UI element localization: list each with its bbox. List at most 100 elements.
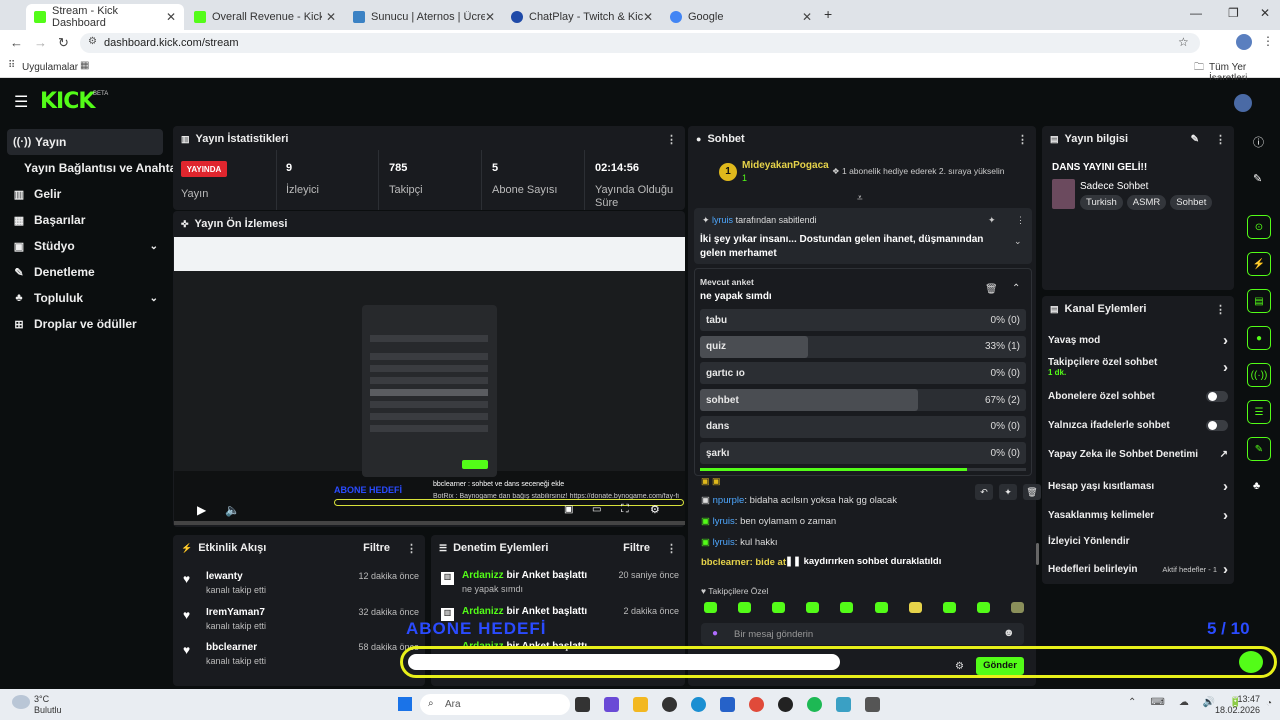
hamburger-menu-icon[interactable]: ☰ (14, 92, 28, 112)
more-icon[interactable]: ⋮ (1016, 215, 1025, 226)
emote-icon[interactable] (772, 602, 786, 613)
spotify-icon[interactable] (807, 697, 822, 712)
tag-chip[interactable]: Sohbet (1170, 195, 1213, 210)
rail-document-icon[interactable]: ▤ (1247, 289, 1271, 313)
site-info-icon[interactable]: ⚙ (88, 36, 97, 47)
rail-bolt-icon[interactable]: ⚡ (1247, 252, 1271, 276)
theater-icon[interactable]: ▭ (592, 504, 601, 515)
bookmark-apps[interactable]: Uygulamalar (22, 62, 78, 73)
more-icon[interactable]: ⋮ (1017, 133, 1028, 146)
tag-chip[interactable]: Turkish (1080, 195, 1123, 210)
fullscreen-icon[interactable]: ⛶ (621, 503, 629, 516)
kick-logo[interactable]: KICK (40, 89, 95, 114)
activity-event[interactable]: ♥ lewanty kanalı takip etti 12 dakika önc… (183, 571, 419, 595)
forward-icon[interactable]: → (34, 35, 47, 50)
activity-filter-button[interactable]: Filtre (363, 542, 390, 554)
poll-option[interactable]: şarkı 0% (0) (700, 442, 1026, 465)
browser-tab-stream[interactable]: Stream - Kick Dashboard ✕ (26, 4, 184, 30)
emoji-icon[interactable]: ☻ (1003, 627, 1015, 639)
settings-gear-icon[interactable]: ⚙ (650, 503, 660, 516)
activity-event[interactable]: ♥ IremYaman7 kanalı takip etti 32 dakika … (183, 607, 419, 631)
chat-message[interactable]: ▣ npurple: bidaha acılsın yoksa hak gg o… (701, 495, 897, 506)
emote-icon[interactable] (942, 602, 956, 613)
app-icon[interactable] (836, 697, 851, 712)
moderation-event[interactable]: ▥ Ardanizz bir Anket başlattı 2 dakika ö… (441, 606, 679, 621)
sidebar-item-droplar[interactable]: ⊞ Droplar ve ödüller (0, 311, 170, 337)
channel-action-item[interactable]: Yapay Zeka ile Sohbet Denetimi ↗ (1048, 449, 1228, 460)
sidebar-item-denetleme[interactable]: ✎ Denetleme (0, 259, 170, 285)
toggle-switch[interactable] (1206, 391, 1228, 402)
channel-action-item[interactable]: Yalnızca ifadelerle sohbet (1048, 420, 1228, 431)
close-icon[interactable]: ✕ (166, 10, 176, 24)
poll-option[interactable]: dans 0% (0) (700, 415, 1026, 438)
minimize-icon[interactable]: — (1190, 6, 1202, 20)
edge-icon[interactable] (691, 697, 706, 712)
poll-option[interactable]: quiz 33% (1) (700, 335, 1026, 358)
close-icon[interactable]: ✕ (326, 10, 336, 24)
chat-paused-banner[interactable]: ❚❚ kaydırırken sohbet duraklatıldı (785, 556, 941, 567)
back-icon[interactable]: ← (10, 35, 23, 50)
emote-icon[interactable] (840, 602, 854, 613)
pip-icon[interactable]: ▣ (564, 504, 573, 515)
chat-input[interactable]: ● Bir mesaj gönderin ☻ (701, 623, 1024, 645)
rail-stream-icon[interactable]: ⊙ (1247, 215, 1271, 239)
reload-icon[interactable]: ↻ (58, 35, 69, 51)
collapse-icon[interactable]: ⩡ (857, 193, 863, 204)
weather-icon[interactable] (12, 695, 30, 709)
app-icon[interactable] (604, 697, 619, 712)
poll-option[interactable]: gartıc ıo 0% (0) (700, 362, 1026, 385)
pin-icon[interactable]: ✦ (999, 484, 1017, 500)
delete-icon[interactable]: 🗑 (1023, 484, 1041, 500)
emote-icon[interactable] (1010, 602, 1024, 613)
maximize-icon[interactable]: ❐ (1228, 6, 1239, 20)
moderation-event[interactable]: ▥ Ardanizz bir Anket başlattı ne yapak sı… (441, 570, 679, 594)
channel-action-item[interactable]: Yavaş mod › (1048, 332, 1228, 349)
explorer-icon[interactable] (633, 697, 648, 712)
category-thumbnail[interactable] (1052, 179, 1075, 209)
taskview-icon[interactable] (575, 697, 590, 712)
pinned-message[interactable]: ✦ lyruis tarafından sabitlendi ✦ ⋮ İki ş… (694, 208, 1032, 264)
poll-option[interactable]: sohbet 67% (2) (700, 389, 1026, 412)
more-icon[interactable]: ⋮ (1215, 133, 1226, 146)
sidebar-item-studyo[interactable]: ▣ Stüdyo ⌄ (0, 233, 170, 259)
moderation-filter-button[interactable]: Filtre (623, 542, 650, 554)
more-icon[interactable]: ⋮ (666, 542, 677, 555)
browser-tab-revenue[interactable]: Overall Revenue - Kick Dashboard✕ (186, 4, 344, 30)
category-name[interactable]: Sadece Sohbet (1080, 181, 1148, 192)
apps-grid-icon[interactable]: ⠿ (8, 60, 15, 71)
play-icon[interactable]: ▶ (197, 503, 206, 517)
volume-icon[interactable]: 🔈 (225, 503, 240, 517)
browser-tab-chatplay[interactable]: ChatPlay - Twitch & Kick İzleyici✕ (503, 4, 661, 30)
tag-chip[interactable]: ASMR (1126, 195, 1167, 210)
channel-action-item[interactable]: Abonelere özel sohbet (1048, 391, 1228, 402)
people-icon[interactable]: ♣ (1253, 480, 1260, 492)
url-field[interactable]: ⚙ dashboard.kick.com/stream ☆ (80, 33, 1200, 53)
emote-icon[interactable] (908, 602, 922, 613)
channel-action-item[interactable]: Takipçilere özel sohbet 1 dk. › (1048, 357, 1228, 377)
poll-option[interactable]: tabu 0% (0) (700, 309, 1026, 331)
rail-broadcast-icon[interactable]: ((·)) (1247, 363, 1271, 387)
sidebar-item-yayin[interactable]: ((·)) Yayın (7, 129, 163, 155)
unpin-icon[interactable]: ✦ (988, 215, 996, 226)
channel-action-item[interactable]: Yasaklanmış kelimeler › (1048, 507, 1228, 524)
emote-icon[interactable] (704, 602, 717, 613)
chevron-up-icon[interactable]: ⌃ (1012, 283, 1020, 294)
notification-icon[interactable]: ◔ (1266, 698, 1272, 709)
browser-tab-google[interactable]: Google ✕ (662, 4, 820, 30)
new-tab-icon[interactable]: + (824, 6, 832, 22)
emote-icon[interactable] (806, 602, 820, 613)
rail-chat-icon[interactable]: ● (1247, 326, 1271, 350)
delete-icon[interactable]: 🗑 (985, 284, 998, 295)
profile-avatar[interactable] (1236, 34, 1252, 50)
menu-icon[interactable]: ⋮ (1262, 34, 1274, 48)
edit-icon[interactable]: ✎ (1191, 134, 1199, 145)
sidebar-item-topluluk[interactable]: ♣ Topluluk ⌄ (0, 285, 170, 311)
app-icon[interactable] (778, 697, 793, 712)
pencil-icon[interactable]: ✎ (1253, 172, 1262, 185)
channel-action-item[interactable]: Hedefleri belirleyin Aktif hedefler - 1 › (1048, 561, 1228, 578)
rail-wrench-icon[interactable]: ✎ (1247, 437, 1271, 461)
more-icon[interactable]: ⋮ (666, 133, 677, 146)
windows-start-icon[interactable] (398, 697, 412, 711)
mic-icon[interactable]: ● (712, 628, 718, 639)
user-avatar[interactable] (1234, 94, 1252, 112)
